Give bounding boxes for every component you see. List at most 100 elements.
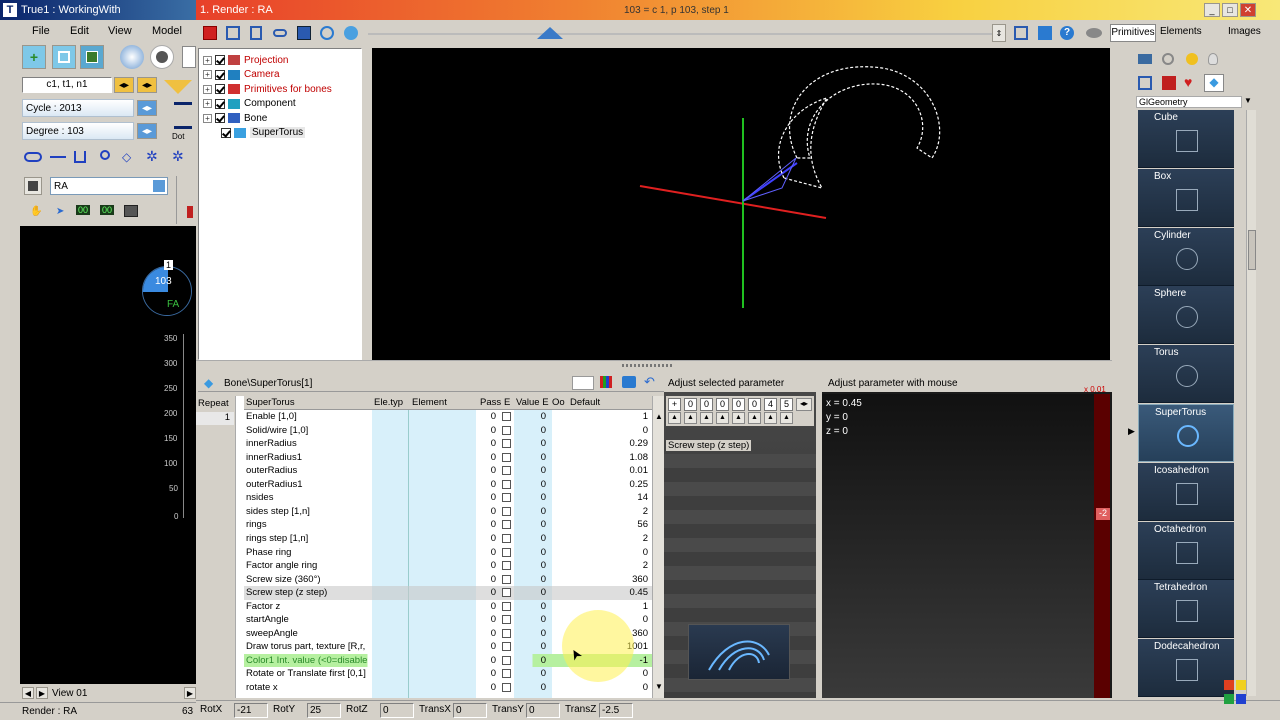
- param-value[interactable]: 0: [514, 505, 546, 519]
- param-pass[interactable]: 0: [478, 491, 496, 505]
- param-value[interactable]: 0: [514, 410, 546, 424]
- param-default[interactable]: 0.45: [568, 586, 649, 600]
- param-enable-checkbox[interactable]: [502, 642, 511, 652]
- grid-column-header[interactable]: E: [504, 397, 510, 408]
- param-default[interactable]: 14: [568, 491, 648, 505]
- cycle-code-spin-2[interactable]: ◂▸: [137, 77, 157, 93]
- screen-icon[interactable]: [1038, 26, 1052, 40]
- status-value[interactable]: 0: [380, 703, 414, 718]
- ruler-marker[interactable]: -2: [1096, 508, 1110, 520]
- menu-model[interactable]: Model: [152, 25, 182, 37]
- param-default[interactable]: 0.25: [568, 478, 649, 492]
- grid-row[interactable]: Factor angle ring 0 0 2: [244, 559, 656, 573]
- param-value[interactable]: 0: [514, 464, 546, 478]
- param-enable-checkbox[interactable]: [502, 493, 511, 503]
- expand-icon[interactable]: +: [203, 55, 212, 65]
- view-menu-button[interactable]: ▶: [184, 687, 196, 699]
- minimize-button[interactable]: _: [1204, 3, 1220, 17]
- param-pass[interactable]: 0: [478, 424, 496, 438]
- digit-cell[interactable]: 0: [684, 398, 697, 411]
- copy-icon[interactable]: [250, 26, 262, 40]
- param-value[interactable]: 0: [514, 546, 546, 560]
- grid-column-header[interactable]: Element: [412, 397, 447, 408]
- diamond-icon[interactable]: ◆: [1204, 74, 1224, 92]
- slider-thumb-icon[interactable]: [537, 27, 563, 39]
- viewport-3d[interactable]: [372, 48, 1110, 360]
- primitive-card[interactable]: Dodecahedron: [1138, 639, 1234, 698]
- param-pass[interactable]: 0: [478, 518, 496, 532]
- grid-row[interactable]: outerRadius 0 0 0.01: [244, 464, 656, 478]
- link-icon[interactable]: [50, 156, 66, 158]
- param-value[interactable]: 0: [514, 613, 546, 627]
- dropdown-arrow-icon[interactable]: ▼: [1244, 96, 1252, 105]
- param-default[interactable]: 0.01: [568, 464, 649, 478]
- tree-checkbox[interactable]: [215, 98, 225, 109]
- camera-small-icon[interactable]: [1138, 54, 1152, 64]
- eye-icon[interactable]: [1086, 28, 1102, 38]
- palette-icon[interactable]: [600, 376, 612, 388]
- tree-checkbox[interactable]: [215, 113, 225, 123]
- corner-yellow-icon[interactable]: [1236, 680, 1246, 690]
- digit-cell[interactable]: 0: [716, 398, 729, 411]
- menu-file[interactable]: File: [32, 25, 50, 37]
- primitive-card[interactable]: Icosahedron: [1138, 462, 1234, 521]
- tree-checkbox[interactable]: [215, 69, 225, 80]
- param-default[interactable]: 0.29: [568, 437, 649, 451]
- joint-icon[interactable]: [24, 152, 42, 162]
- tab-elements[interactable]: Elements: [1160, 26, 1202, 37]
- grid-row[interactable]: innerRadius1 0 0 1.08: [244, 451, 656, 465]
- grid-row[interactable]: outerRadius1 0 0 0.25: [244, 478, 656, 492]
- param-enable-checkbox[interactable]: [502, 452, 511, 462]
- help-icon[interactable]: ?: [1060, 26, 1074, 40]
- param-blank-field[interactable]: [572, 376, 594, 390]
- status-value[interactable]: 0: [526, 703, 560, 718]
- param-value[interactable]: 0: [514, 424, 546, 438]
- light-icon[interactable]: [1186, 53, 1198, 65]
- grid-column-header[interactable]: SuperTorus: [246, 397, 295, 408]
- corner-green-icon[interactable]: [1224, 694, 1234, 704]
- clock-icon[interactable]: [320, 26, 334, 40]
- gear-icon[interactable]: ✲: [146, 148, 158, 165]
- settings-icon[interactable]: ✲: [172, 148, 184, 165]
- param-value[interactable]: 0: [514, 640, 546, 654]
- tree-item[interactable]: + Component: [203, 97, 296, 111]
- digit-cell[interactable]: 0: [700, 398, 713, 411]
- param-default[interactable]: 56: [568, 518, 648, 532]
- digit-stepper-icon[interactable]: ▲: [748, 412, 761, 424]
- grid-small-icon[interactable]: [1138, 76, 1152, 90]
- status-value[interactable]: 0: [453, 703, 487, 718]
- param-enable-checkbox[interactable]: [502, 479, 511, 489]
- grid-row[interactable]: rings step [1,n] 0 0 2: [244, 532, 656, 546]
- param-enable-checkbox[interactable]: [502, 669, 511, 679]
- close-button[interactable]: ✕: [1240, 3, 1256, 17]
- primitive-card[interactable]: Octahedron: [1138, 521, 1234, 580]
- param-pass[interactable]: 0: [478, 546, 496, 560]
- primitive-card[interactable]: Torus: [1138, 345, 1234, 404]
- grid-scrollbar[interactable]: ▲ ▼: [652, 396, 664, 698]
- param-enable-checkbox[interactable]: [502, 506, 511, 516]
- splitter[interactable]: [196, 360, 1112, 370]
- digit-nav-icon[interactable]: ◂▸: [796, 398, 812, 411]
- param-default[interactable]: 1.08: [568, 451, 649, 465]
- maximize-button[interactable]: □: [1222, 3, 1238, 17]
- tab-images[interactable]: Images: [1228, 26, 1261, 37]
- expand-icon[interactable]: +: [203, 99, 212, 108]
- browse-icon[interactable]: [153, 180, 165, 192]
- export-icon[interactable]: [297, 26, 311, 40]
- param-pass[interactable]: 0: [478, 573, 496, 587]
- param-pass[interactable]: 0: [478, 532, 496, 546]
- param-enable-checkbox[interactable]: [502, 547, 511, 557]
- undo-icon[interactable]: ↶: [644, 374, 655, 390]
- updown-button[interactable]: ⇕: [992, 24, 1006, 42]
- tree-item[interactable]: + Projection: [203, 53, 288, 67]
- heart-icon[interactable]: ♥: [1184, 74, 1192, 90]
- digit-stepper-icon[interactable]: ▲: [700, 412, 713, 424]
- menu-edit[interactable]: Edit: [70, 25, 89, 37]
- grid-row[interactable]: rotate x 0 0 0: [244, 681, 656, 695]
- primitive-card[interactable]: Box: [1138, 168, 1234, 227]
- digit-cell[interactable]: 0: [732, 398, 745, 411]
- tree-checkbox[interactable]: [215, 84, 225, 94]
- grid-column-header[interactable]: Value E: [516, 397, 549, 408]
- param-default[interactable]: 2: [568, 532, 648, 546]
- param-value[interactable]: 0: [514, 681, 546, 695]
